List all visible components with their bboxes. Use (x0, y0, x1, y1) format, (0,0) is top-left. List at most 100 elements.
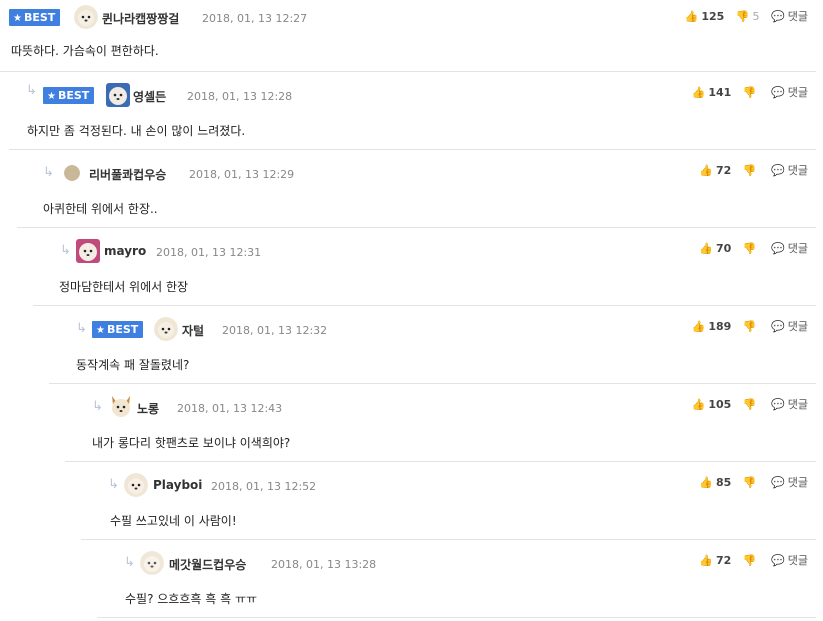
avatar[interactable] (124, 473, 148, 497)
timestamp: 2018, 01, 13 12:27 (202, 12, 308, 25)
downvote-count: 5 (752, 9, 760, 23)
comment-item: ↳ mayro 2018, 01, 13 12:31 👍 70 👎 💬 댓글 정마담… (33, 228, 816, 306)
vote-actions: 👍 72 👎 💬 댓글 (699, 162, 808, 178)
comment-body: 동작계속 패 잘돌렸네? (76, 358, 190, 372)
comment-item: ↳ 리버풀콰컵우승 2018, 01, 13 12:29 👍 72 👎 💬 댓글 아… (17, 150, 816, 228)
upvote-count: 141 (708, 85, 732, 99)
upvote-count: 72 (716, 553, 732, 567)
star-icon: ★ (13, 13, 22, 24)
thumbs-up-icon[interactable]: 👍 (699, 164, 713, 177)
best-badge: ★ BEST (43, 87, 95, 104)
timestamp: 2018, 01, 13 12:32 (222, 324, 328, 337)
vote-actions: 👍 125 👎 5 💬 댓글 (685, 8, 808, 24)
nickname[interactable]: 퀸나라캡짱짱걸 (102, 10, 179, 27)
thumbs-up-icon[interactable]: 👍 (692, 86, 706, 99)
thumbs-up-icon[interactable]: 👍 (685, 10, 699, 23)
upvote-count: 85 (716, 475, 732, 489)
upvote-count: 105 (708, 397, 732, 411)
reply-arrow-icon: ↳ (60, 243, 71, 258)
reply-button[interactable]: 댓글 (788, 552, 808, 568)
best-badge: ★ BEST (92, 321, 144, 338)
comment-body: 아퀴한테 위에서 한장.. (43, 202, 158, 216)
reply-button[interactable]: 댓글 (788, 318, 808, 334)
reply-arrow-icon: ↳ (108, 477, 119, 492)
reply-button[interactable]: 댓글 (788, 396, 808, 412)
speech-bubble-icon[interactable]: 💬 (771, 398, 785, 411)
speech-bubble-icon[interactable]: 💬 (771, 554, 785, 567)
avatar[interactable] (76, 239, 100, 263)
comment-body: 하지만 좀 걱정된다. 내 손이 많이 느려졌다. (27, 124, 246, 138)
thumbs-down-icon[interactable]: 👎 (743, 398, 757, 411)
star-icon: ★ (96, 325, 105, 336)
timestamp: 2018, 01, 13 12:29 (189, 168, 295, 181)
reply-button[interactable]: 댓글 (788, 240, 808, 256)
avatar[interactable] (64, 165, 80, 181)
timestamp: 2018, 01, 13 13:28 (271, 558, 377, 571)
reply-button[interactable]: 댓글 (788, 162, 808, 178)
avatar[interactable] (140, 551, 164, 575)
speech-bubble-icon[interactable]: 💬 (771, 242, 785, 255)
thumbs-down-icon[interactable]: 👎 (743, 164, 757, 177)
comment-body: 내가 롱다리 핫팬츠로 보이냐 이색희야? (92, 436, 291, 450)
thumbs-down-icon[interactable]: 👎 (736, 10, 750, 23)
thumbs-up-icon[interactable]: 👍 (699, 242, 713, 255)
upvote-count: 72 (716, 163, 732, 177)
reply-arrow-icon: ↳ (26, 83, 37, 98)
thumbs-up-icon[interactable]: 👍 (699, 554, 713, 567)
vote-actions: 👍 70 👎 💬 댓글 (699, 240, 808, 256)
thumbs-up-icon[interactable]: 👍 (692, 398, 706, 411)
vote-actions: 👍 105 👎 💬 댓글 (692, 396, 808, 412)
best-badge: ★ BEST (9, 9, 61, 26)
nickname[interactable]: 자털 (182, 322, 204, 339)
nickname[interactable]: 영셀든 (133, 88, 166, 105)
vote-actions: 👍 72 👎 💬 댓글 (699, 552, 808, 568)
thumbs-up-icon[interactable]: 👍 (692, 320, 706, 333)
avatar[interactable] (108, 393, 134, 419)
reply-button[interactable]: 댓글 (788, 8, 808, 24)
timestamp: 2018, 01, 13 12:52 (211, 480, 317, 493)
best-label: BEST (23, 11, 56, 24)
thumbs-down-icon[interactable]: 👎 (743, 320, 757, 333)
best-label: BEST (57, 89, 90, 102)
reply-arrow-icon: ↳ (43, 165, 54, 180)
comment-body: 수필? 으흐흐흑 흑 흑 ㅠㅠ (125, 592, 258, 606)
reply-arrow-icon: ↳ (124, 555, 135, 570)
comment-item: ★ BEST 퀸나라캡짱짱걸 2018, 01, 13 12:27 👍 125 👎 5… (0, 0, 816, 72)
comment-item: ↳ ★ BEST 자털 2018, 01, 13 12:32 👍 189 👎 💬 댓글… (49, 306, 816, 384)
avatar[interactable] (74, 5, 98, 29)
speech-bubble-icon[interactable]: 💬 (771, 10, 785, 23)
reply-arrow-icon: ↳ (76, 321, 87, 336)
thumbs-down-icon[interactable]: 👎 (743, 86, 757, 99)
thumbs-down-icon[interactable]: 👎 (743, 242, 757, 255)
reply-button[interactable]: 댓글 (788, 474, 808, 490)
reply-button[interactable]: 댓글 (788, 84, 808, 100)
avatar[interactable] (154, 317, 178, 341)
speech-bubble-icon[interactable]: 💬 (771, 320, 785, 333)
thumbs-down-icon[interactable]: 👎 (743, 476, 757, 489)
thumbs-down-icon[interactable]: 👎 (743, 554, 757, 567)
speech-bubble-icon[interactable]: 💬 (771, 476, 785, 489)
avatar[interactable] (106, 83, 130, 107)
nickname[interactable]: 리버풀콰컵우승 (89, 166, 166, 183)
best-label: BEST (106, 323, 139, 336)
upvote-count: 125 (701, 9, 725, 23)
comment-body: 정마담한테서 위에서 한장 (59, 280, 189, 294)
comment-item: ↳ 메갓월드컵우승 2018, 01, 13 13:28 👍 72 👎 💬 댓글 수… (97, 540, 816, 618)
star-icon: ★ (47, 91, 56, 102)
reply-arrow-icon: ↳ (92, 399, 103, 414)
timestamp: 2018, 01, 13 12:43 (177, 402, 283, 415)
nickname[interactable]: 노롱 (137, 400, 159, 417)
vote-actions: 👍 85 👎 💬 댓글 (699, 474, 808, 490)
nickname[interactable]: mayro (104, 244, 146, 258)
comment-item: ↳ ★ BEST 영셀든 2018, 01, 13 12:28 👍 141 👎 💬 댓… (9, 72, 816, 150)
nickname[interactable]: 메갓월드컵우승 (169, 556, 246, 573)
speech-bubble-icon[interactable]: 💬 (771, 86, 785, 99)
nickname[interactable]: Playboi (153, 478, 202, 492)
thumbs-up-icon[interactable]: 👍 (699, 476, 713, 489)
timestamp: 2018, 01, 13 12:28 (187, 90, 293, 103)
vote-actions: 👍 141 👎 💬 댓글 (692, 84, 808, 100)
comment-item: ↳ Playboi 2018, 01, 13 12:52 👍 85 👎 💬 댓글 수… (81, 462, 816, 540)
upvote-count: 70 (716, 241, 732, 255)
timestamp: 2018, 01, 13 12:31 (156, 246, 262, 259)
speech-bubble-icon[interactable]: 💬 (771, 164, 785, 177)
